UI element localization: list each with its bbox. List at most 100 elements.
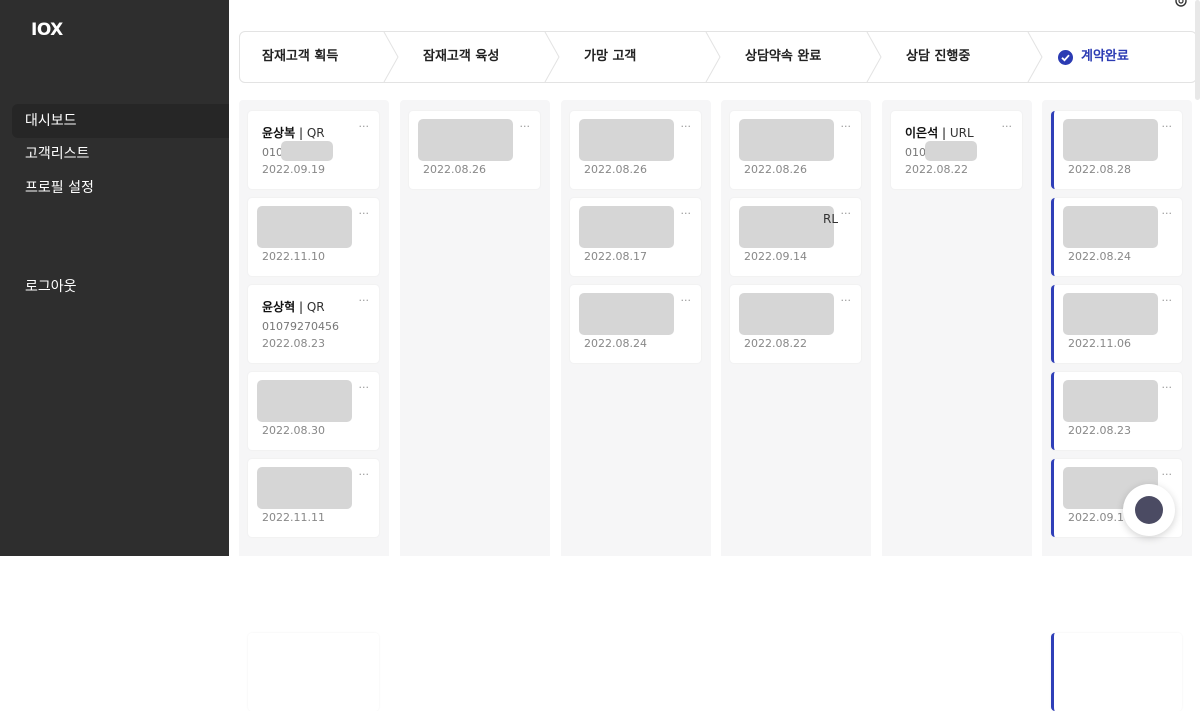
more-icon[interactable]: ··· [359, 381, 370, 394]
customer-card[interactable]: 2022.11.06 ··· [1051, 285, 1182, 363]
customer-card[interactable]: 2022.08.24 ··· [570, 285, 701, 363]
more-icon[interactable]: ··· [520, 120, 531, 133]
pipeline-column: 2022.08.26 ··· [400, 100, 550, 556]
redacted-customer-info [257, 380, 352, 422]
pipeline-steps: 잠재고객 획득 잠재고객 육성 가망 고객 상담약속 완료 상담 진행중 계약완… [239, 31, 1197, 83]
step-prospect[interactable]: 가망 고객 [562, 32, 721, 82]
customer-card[interactable]: 2022.08.28 ··· [1051, 111, 1182, 189]
customer-card[interactable]: 윤상혁 | QR 01079270456 2022.08.23 ··· [248, 285, 379, 363]
customer-card[interactable] [1051, 633, 1182, 711]
redacted-phone [281, 141, 333, 161]
customer-source: URL [949, 126, 974, 140]
more-icon[interactable]: ··· [1162, 207, 1173, 220]
customer-phone: 010 [262, 146, 283, 159]
customer-card[interactable] [248, 633, 379, 711]
sidebar-item-customer-list[interactable]: 고객리스트 [12, 137, 229, 171]
more-icon[interactable]: ··· [359, 468, 370, 481]
step-appointment-done[interactable]: 상담약속 완료 [723, 32, 882, 82]
pipeline-column: 2022.08.26 ··· RL 2022.09.14 ··· 2022.08.22 ··… [721, 100, 871, 556]
customer-card[interactable]: 윤상복 | QR 010 2022.09.19 ··· [248, 111, 379, 189]
more-icon[interactable]: ··· [359, 207, 370, 220]
more-icon[interactable]: ··· [841, 294, 852, 307]
more-icon[interactable]: ··· [681, 120, 692, 133]
redacted-customer-info [579, 119, 674, 161]
more-icon[interactable]: ··· [359, 120, 370, 133]
step-lead-acquired[interactable]: 잠재고객 획득 [240, 32, 399, 82]
customer-name: 윤상복 [262, 126, 296, 140]
pipeline-column: 2022.08.26 ··· 2022.08.17 ··· 2022.08.24 ··· [561, 100, 711, 556]
step-divider [544, 32, 560, 82]
card-date: 2022.11.11 [262, 511, 325, 524]
card-date: 2022.08.22 [744, 337, 807, 350]
redacted-customer-info [1063, 293, 1158, 335]
customer-card[interactable]: RL 2022.09.14 ··· [730, 198, 861, 276]
redacted-customer-info [1063, 206, 1158, 248]
sidebar-item-dashboard[interactable]: 대시보드 [12, 104, 229, 138]
customer-card[interactable]: 2022.08.17 ··· [570, 198, 701, 276]
step-divider [866, 32, 882, 82]
sidebar-item-profile-settings[interactable]: 프로필 설정 [12, 171, 229, 205]
card-date: 2022.08.23 [262, 337, 325, 350]
customer-phone: 01079270456 [262, 320, 339, 333]
customer-name: 윤상혁 [262, 300, 296, 314]
card-date: 2022.09.14 [744, 250, 807, 263]
more-icon[interactable]: ··· [359, 294, 370, 307]
more-icon[interactable]: ··· [681, 207, 692, 220]
source-separator: | [298, 126, 303, 140]
redacted-customer-info [579, 206, 674, 248]
customer-name: 이은석 [905, 126, 939, 140]
card-date: 2022.08.26 [423, 163, 486, 176]
customer-card[interactable]: 2022.08.26 ··· [730, 111, 861, 189]
customer-card[interactable]: 2022.11.10 ··· [248, 198, 379, 276]
customer-card[interactable]: 2022.08.23 ··· [1051, 372, 1182, 450]
customer-card[interactable]: 이은석 | URL 010 2022.08.22 ··· [891, 111, 1022, 189]
redacted-customer-info [1063, 380, 1158, 422]
more-icon[interactable]: ··· [841, 120, 852, 133]
redacted-customer-info [257, 206, 352, 248]
step-divider [383, 32, 399, 82]
step-label: 상담약속 완료 [745, 49, 822, 64]
redacted-customer-info [739, 293, 834, 335]
check-circle-icon [1058, 50, 1073, 65]
customer-card[interactable]: 2022.08.24 ··· [1051, 198, 1182, 276]
more-icon[interactable]: ··· [841, 207, 852, 220]
app-logo[interactable]: IOX [31, 20, 63, 40]
customer-name-line: 윤상복 | QR [262, 124, 325, 141]
pipeline-column: 윤상복 | QR 010 2022.09.19 ··· 2022.11.10 ··· 윤상혁… [239, 100, 389, 711]
card-date: 2022.08.24 [1068, 250, 1131, 263]
chat-icon [1135, 496, 1163, 524]
card-date: 2022.08.26 [744, 163, 807, 176]
source-separator: | [941, 126, 946, 140]
step-label: 가망 고객 [584, 49, 637, 64]
more-icon[interactable]: ··· [1002, 120, 1013, 133]
redacted-customer-info [579, 293, 674, 335]
customer-card[interactable]: 2022.08.30 ··· [248, 372, 379, 450]
customer-source: RL [823, 212, 839, 226]
step-consulting[interactable]: 상담 진행중 [884, 32, 1043, 82]
more-icon[interactable]: ··· [1162, 120, 1173, 133]
more-icon[interactable]: ··· [1162, 294, 1173, 307]
customer-card[interactable]: 2022.08.26 ··· [570, 111, 701, 189]
card-date: 2022.08.23 [1068, 424, 1131, 437]
settings-icon[interactable] [1174, 0, 1188, 8]
more-icon[interactable]: ··· [1162, 381, 1173, 394]
source-separator: | [298, 300, 303, 314]
redacted-customer-info [257, 467, 352, 509]
step-contract-complete[interactable]: 계약완료 [1045, 32, 1195, 82]
customer-card[interactable]: 2022.08.22 ··· [730, 285, 861, 363]
redacted-customer-info [739, 119, 834, 161]
chat-button[interactable] [1123, 484, 1175, 536]
customer-phone: 010 [905, 146, 926, 159]
card-date: 2022.09.18 [1068, 511, 1131, 524]
customer-card[interactable]: 2022.11.11 ··· [248, 459, 379, 537]
card-date: 2022.08.28 [1068, 163, 1131, 176]
scrollbar[interactable] [1195, 0, 1200, 100]
step-lead-nurturing[interactable]: 잠재고객 육성 [401, 32, 560, 82]
more-icon[interactable]: ··· [681, 294, 692, 307]
more-icon[interactable]: ··· [1162, 468, 1173, 481]
sidebar-item-logout[interactable]: 로그아웃 [12, 270, 229, 304]
sidebar: IOX 대시보드 고객리스트 프로필 설정 로그아웃 [0, 0, 229, 556]
customer-card[interactable]: 2022.08.26 ··· [409, 111, 540, 189]
step-divider [705, 32, 721, 82]
card-date: 2022.08.30 [262, 424, 325, 437]
